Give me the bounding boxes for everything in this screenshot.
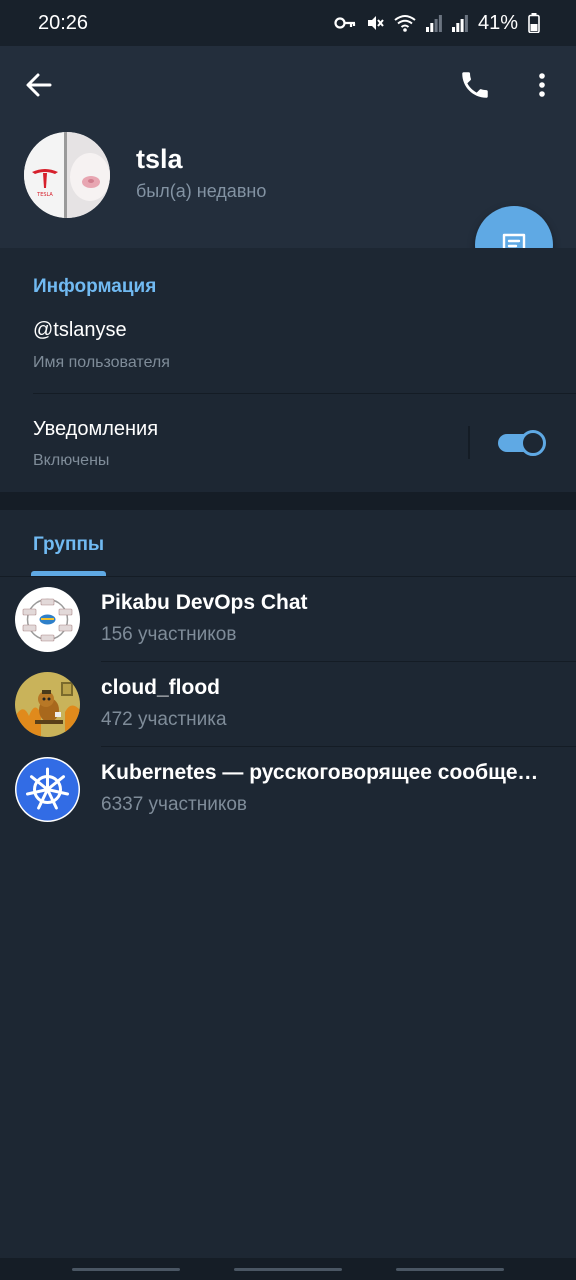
battery-percent: 41% — [477, 11, 518, 34]
wifi-icon — [394, 15, 416, 32]
group-name: Pikabu DevOps Chat — [101, 591, 308, 614]
more-menu-button[interactable] — [528, 68, 556, 102]
back-arrow-icon — [26, 73, 52, 97]
status-bar: 20:26 41% — [0, 0, 576, 46]
notifications-title[interactable]: Уведомления — [33, 418, 158, 441]
group-members: 156 участников — [101, 624, 237, 645]
list-item[interactable]: Kubernetes — русскоговорящее сообщество … — [0, 747, 576, 832]
signal-icon — [451, 15, 468, 32]
list-item[interactable]: cloud_flood 472 участника — [0, 662, 576, 747]
group-name: Kubernetes — русскоговорящее сообщество — [101, 761, 541, 784]
notifications-status: Включены — [33, 452, 110, 469]
avatar-image: TESLA — [24, 132, 110, 218]
info-section-title: Информация — [33, 276, 157, 297]
status-icons: 41% — [334, 12, 540, 35]
group-name: cloud_flood — [101, 676, 220, 699]
group-avatar — [15, 587, 80, 652]
groups-list: Pikabu DevOps Chat 156 участников cloud_… — [0, 577, 576, 832]
username-value[interactable]: @tslanyse — [33, 319, 127, 342]
list-item[interactable]: Pikabu DevOps Chat 156 участников — [0, 577, 576, 662]
mute-icon — [367, 16, 384, 30]
toggle-knob — [520, 430, 546, 456]
phone-icon — [462, 72, 488, 98]
group-avatar — [15, 672, 80, 737]
group-avatar — [15, 757, 80, 822]
media-tabs: Группы — [0, 510, 576, 577]
notifications-toggle[interactable] — [498, 430, 546, 456]
avatar-brand-text: TESLA — [36, 192, 53, 198]
more-vertical-icon — [539, 73, 545, 97]
key-icon — [334, 17, 356, 29]
info-section: Информация @tslanyse Имя пользователя Ув… — [0, 248, 576, 492]
call-button[interactable] — [458, 68, 492, 102]
section-gap — [0, 492, 576, 510]
group-members: 472 участника — [101, 709, 227, 730]
status-time: 20:26 — [38, 11, 89, 34]
nav-back-button[interactable] — [396, 1268, 504, 1271]
username-label: Имя пользователя — [33, 354, 170, 371]
system-nav-bar — [0, 1258, 576, 1280]
profile-last-seen: был(а) недавно — [136, 181, 267, 201]
profile-name: tsla — [136, 144, 183, 174]
nav-home-button[interactable] — [234, 1268, 342, 1271]
back-button[interactable] — [22, 68, 56, 102]
this-is-fine-dog-icon — [15, 672, 80, 737]
kubernetes-helm-icon — [15, 757, 80, 822]
profile-avatar[interactable]: TESLA — [24, 132, 110, 218]
battery-icon — [528, 13, 540, 33]
devops-cycle-icon — [15, 587, 80, 652]
info-divider — [33, 393, 576, 394]
tab-groups[interactable]: Группы — [33, 534, 104, 556]
tab-indicator — [31, 571, 106, 576]
vertical-separator — [468, 426, 470, 459]
group-members: 6337 участников — [101, 794, 248, 815]
signal-icon — [425, 15, 442, 32]
nav-recent-button[interactable] — [72, 1268, 180, 1271]
